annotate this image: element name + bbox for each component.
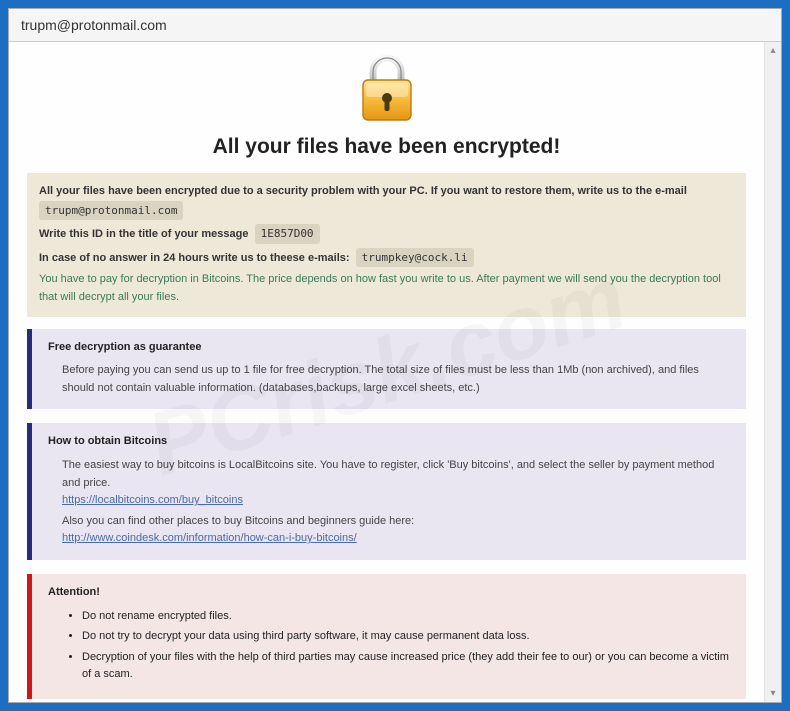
guarantee-title: Free decryption as guarantee	[48, 339, 730, 357]
id-code-pill[interactable]: 1E857D00	[255, 224, 320, 244]
window-title: trupm@protonmail.com	[9, 9, 781, 42]
intro-line-3: In case of no answer in 24 hours write u…	[39, 248, 734, 268]
bitcoin-line2: Also you can find other places to buy Bi…	[62, 513, 730, 531]
intro-note: You have to pay for decryption in Bitcoi…	[39, 271, 734, 306]
scroll-down-icon[interactable]: ▾	[770, 688, 775, 699]
content-wrap: PCrisk.com	[9, 42, 781, 702]
bitcoin-title: How to obtain Bitcoins	[48, 433, 730, 451]
email-pill-1[interactable]: trupm@protonmail.com	[39, 201, 183, 221]
bitcoin-link1[interactable]: https://localbitcoins.com/buy_bitcoins	[62, 494, 243, 506]
attention-item: Do not rename encrypted files.	[82, 608, 730, 626]
ransom-note-window: trupm@protonmail.com PCrisk.com	[8, 8, 782, 703]
guarantee-body: Before paying you can send us up to 1 fi…	[48, 362, 730, 397]
attention-list: Do not rename encrypted files. Do not tr…	[48, 608, 730, 684]
scrollbar[interactable]: ▴ ▾	[764, 42, 781, 702]
intro-line3-text: In case of no answer in 24 hours write u…	[39, 252, 350, 264]
main-heading: All your files have been encrypted!	[27, 135, 746, 159]
attention-item: Decryption of your files with the help o…	[82, 649, 730, 684]
attention-item: Do not try to decrypt your data using th…	[82, 628, 730, 646]
intro-line1-text: All your files have been encrypted due t…	[39, 185, 687, 197]
bitcoin-body: The easiest way to buy bitcoins is Local…	[48, 457, 730, 548]
attention-title: Attention!	[48, 584, 730, 602]
bitcoin-line1: The easiest way to buy bitcoins is Local…	[62, 457, 730, 492]
lock-icon	[353, 52, 421, 129]
bitcoin-box: How to obtain Bitcoins The easiest way t…	[27, 423, 746, 560]
email-pill-2[interactable]: trumpkey@cock.li	[356, 248, 474, 268]
intro-block: All your files have been encrypted due t…	[27, 173, 746, 317]
attention-box: Attention! Do not rename encrypted files…	[27, 574, 746, 699]
intro-line-2: Write this ID in the title of your messa…	[39, 224, 734, 244]
content-area: PCrisk.com	[9, 42, 764, 702]
intro-line2-text: Write this ID in the title of your messa…	[39, 228, 248, 240]
scroll-up-icon[interactable]: ▴	[770, 45, 775, 56]
lock-wrap	[27, 52, 746, 129]
bitcoin-link2[interactable]: http://www.coindesk.com/information/how-…	[62, 532, 357, 544]
intro-line-1: All your files have been encrypted due t…	[39, 183, 734, 201]
guarantee-box: Free decryption as guarantee Before payi…	[27, 329, 746, 410]
